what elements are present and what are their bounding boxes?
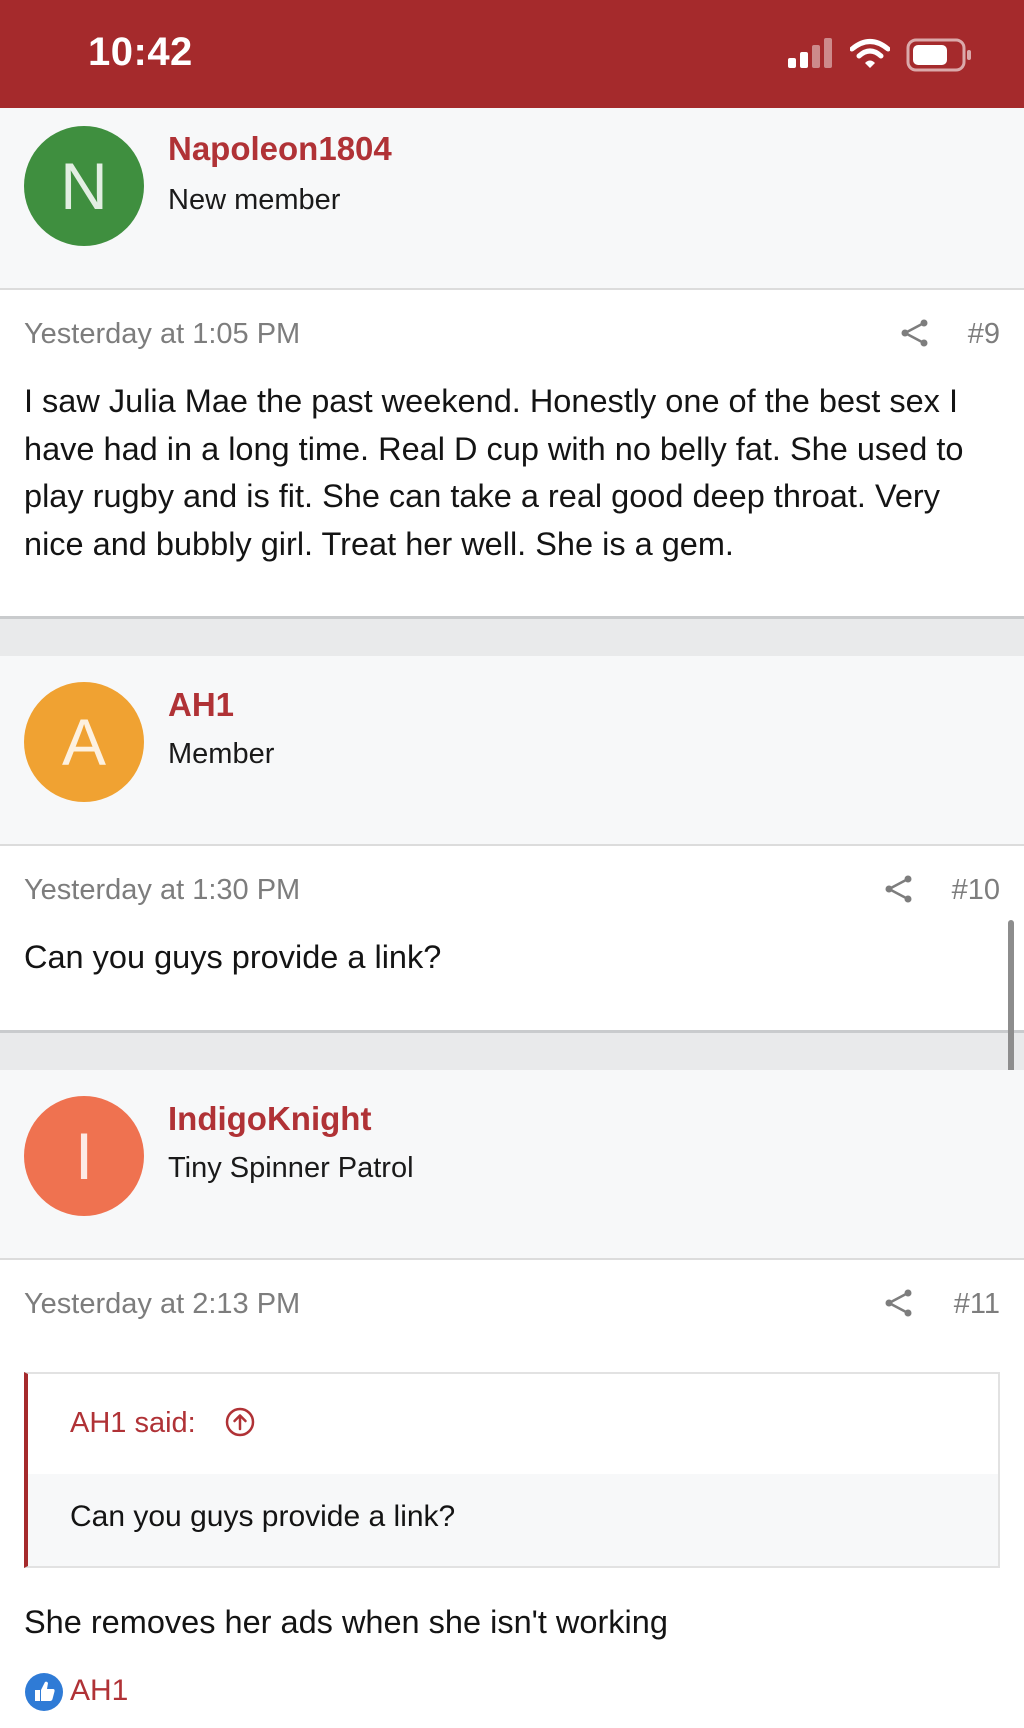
quote-header: AH1 said: <box>28 1374 998 1474</box>
username[interactable]: AH1 <box>168 686 234 724</box>
post-timestamp[interactable]: Yesterday at 1:05 PM <box>24 318 300 351</box>
avatar[interactable]: I <box>24 1096 144 1216</box>
status-time: 10:42 <box>88 30 193 74</box>
arrow-up-circle-icon[interactable] <box>224 1406 256 1438</box>
wifi-icon <box>850 39 890 68</box>
avatar[interactable]: N <box>24 126 144 246</box>
post-body: Can you guys provide a link? <box>24 939 442 975</box>
avatar-letter: I <box>74 1119 94 1193</box>
thumbs-up-icon <box>25 1673 63 1711</box>
post-body: I saw Julia Mae the past weekend. Honest… <box>24 383 964 562</box>
post-number[interactable]: #11 <box>930 1288 1000 1321</box>
avatar-letter: A <box>61 705 107 779</box>
quote-block: AH1 said: Can you guys provide a link? <box>24 1372 1000 1568</box>
quote-text: Can you guys provide a link? <box>70 1500 456 1533</box>
avatar-letter: N <box>60 149 108 223</box>
user-title: Tiny Spinner Patrol <box>168 1152 414 1184</box>
post-author-block: N Napoleon1804 New member <box>0 108 1024 290</box>
post-separator <box>0 1030 1024 1070</box>
share-icon[interactable] <box>884 874 914 904</box>
share-icon[interactable] <box>900 318 930 348</box>
like-username[interactable]: AH1 <box>70 1674 128 1708</box>
username[interactable]: IndigoKnight <box>168 1100 371 1138</box>
avatar[interactable]: A <box>24 682 144 802</box>
post-number[interactable]: #9 <box>940 318 1000 351</box>
post-separator <box>0 616 1024 656</box>
signal-icon <box>788 38 832 68</box>
post-timestamp[interactable]: Yesterday at 2:13 PM <box>24 1288 300 1321</box>
post-author-block: A AH1 Member <box>0 656 1024 846</box>
status-bar: 10:42 <box>0 0 1024 108</box>
post-number[interactable]: #10 <box>930 874 1000 907</box>
post-author-block: I IndigoKnight Tiny Spinner Patrol <box>0 1070 1024 1260</box>
user-title: New member <box>168 184 341 216</box>
post-body: She removes her ads when she isn't worki… <box>24 1604 668 1640</box>
quote-author[interactable]: AH1 said: <box>70 1407 196 1440</box>
post-timestamp[interactable]: Yesterday at 1:30 PM <box>24 874 300 907</box>
battery-icon <box>906 38 971 72</box>
user-title: Member <box>168 738 275 770</box>
quote-content: Can you guys provide a link? <box>28 1474 998 1566</box>
share-icon[interactable] <box>884 1288 914 1318</box>
username[interactable]: Napoleon1804 <box>168 130 392 168</box>
